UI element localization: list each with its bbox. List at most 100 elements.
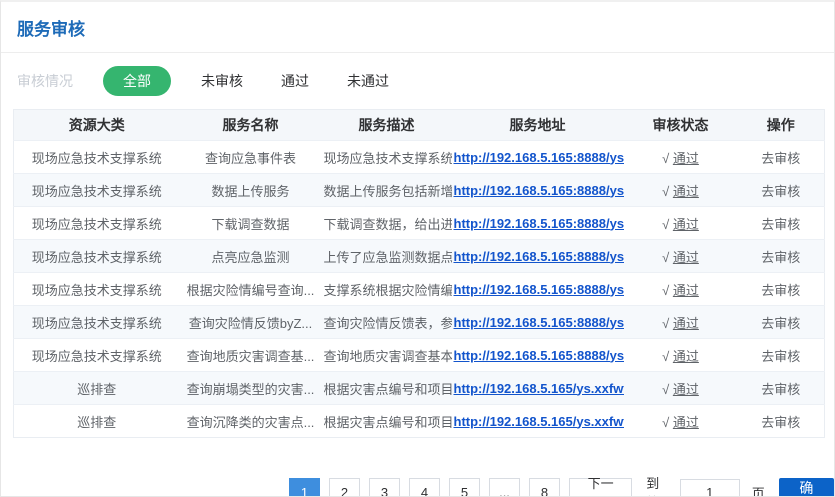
cell-audit-status: √ 通过 xyxy=(624,273,738,306)
service-url-link[interactable]: http://192.168.5.165:8888/ys.yjz... xyxy=(454,348,624,363)
go-audit-link[interactable]: 去审核 xyxy=(761,151,800,166)
cell-audit-status: √ 通过 xyxy=(624,405,738,438)
go-audit-link[interactable]: 去审核 xyxy=(761,349,800,364)
status-pass-link[interactable]: 通过 xyxy=(673,349,699,364)
title-bar: 服务审核 xyxy=(1,2,834,53)
page-button-1[interactable]: 1 xyxy=(289,478,320,497)
cell-category: 现场应急技术支撑系统 xyxy=(14,306,180,339)
page-button-8[interactable]: 8 xyxy=(529,478,560,497)
go-audit-link[interactable]: 去审核 xyxy=(761,283,800,298)
cell-service-name: 点亮应急监测 xyxy=(180,240,322,273)
filter-option-0[interactable]: 全部 xyxy=(103,66,171,96)
confirm-button[interactable]: 确定 xyxy=(779,478,834,497)
cell-audit-status: √ 通过 xyxy=(624,306,738,339)
check-icon: √ xyxy=(662,382,673,397)
cell-service-description: 查询地质灾害调查基本信... xyxy=(322,339,452,372)
status-pass-link[interactable]: 通过 xyxy=(673,382,699,397)
go-audit-link[interactable]: 去审核 xyxy=(761,184,800,199)
table-header-row: 资源大类服务名称服务描述服务地址审核状态操作 xyxy=(14,110,825,141)
status-pass-link[interactable]: 通过 xyxy=(673,316,699,331)
next-page-button[interactable]: 下一页 xyxy=(569,478,632,497)
check-icon: √ xyxy=(662,217,673,232)
service-url-link[interactable]: http://192.168.5.165:8888/ys.yjz... xyxy=(454,216,624,231)
service-url-link[interactable]: http://192.168.5.165:8888/ys.yjz... xyxy=(454,183,624,198)
cell-category: 现场应急技术支撑系统 xyxy=(14,174,180,207)
status-pass-link[interactable]: 通过 xyxy=(673,250,699,265)
cell-action: 去审核 xyxy=(738,174,825,207)
column-header-3: 服务地址 xyxy=(452,110,624,141)
cell-service-url: http://192.168.5.165:8888/ys.yjz... xyxy=(452,273,624,306)
cell-category: 现场应急技术支撑系统 xyxy=(14,339,180,372)
status-pass-link[interactable]: 通过 xyxy=(673,283,699,298)
cell-service-name: 查询崩塌类型的灾害... xyxy=(180,372,322,405)
cell-action: 去审核 xyxy=(738,141,825,174)
status-pass-link[interactable]: 通过 xyxy=(673,184,699,199)
check-icon: √ xyxy=(662,283,673,298)
cell-audit-status: √ 通过 xyxy=(624,339,738,372)
page-button-3[interactable]: 3 xyxy=(369,478,400,497)
service-url-link[interactable]: http://192.168.5.165:8888/ys.yjz... xyxy=(454,249,624,264)
cell-action: 去审核 xyxy=(738,339,825,372)
cell-service-url: http://192.168.5.165/ys.xxfwfb/s... xyxy=(452,405,624,438)
cell-service-url: http://192.168.5.165/ys.xxfwfb/s... xyxy=(452,372,624,405)
page-button-5[interactable]: 5 xyxy=(449,478,480,497)
table-row: 现场应急技术支撑系统根据灾险情编号查询...支撑系统根据灾险情编号...http… xyxy=(14,273,825,306)
page-button-4[interactable]: 4 xyxy=(409,478,440,497)
filter-option-2[interactable]: 通过 xyxy=(281,66,309,96)
filter-bar: 审核情况 全部未审核通过未通过 xyxy=(1,53,834,109)
pagination-bar: 12345...8下一页到第 页 确定 xyxy=(289,473,834,497)
table-row: 现场应急技术支撑系统查询地质灾害调查基...查询地质灾害调查基本信...http… xyxy=(14,339,825,372)
cell-audit-status: √ 通过 xyxy=(624,240,738,273)
cell-category: 现场应急技术支撑系统 xyxy=(14,240,180,273)
cell-service-description: 支撑系统根据灾险情编号... xyxy=(322,273,452,306)
cell-service-name: 查询地质灾害调查基... xyxy=(180,339,322,372)
service-url-link[interactable]: http://192.168.5.165:8888/ys.yjz... xyxy=(454,315,624,330)
service-url-link[interactable]: http://192.168.5.165/ys.xxfwfb/s... xyxy=(454,381,624,396)
check-icon: √ xyxy=(662,151,673,166)
go-audit-link[interactable]: 去审核 xyxy=(761,382,800,397)
go-audit-link[interactable]: 去审核 xyxy=(761,250,800,265)
cell-audit-status: √ 通过 xyxy=(624,174,738,207)
cell-service-url: http://192.168.5.165:8888/ys.yjz... xyxy=(452,207,624,240)
cell-service-url: http://192.168.5.165:8888/ys.yjz... xyxy=(452,306,624,339)
cell-service-url: http://192.168.5.165:8888/ys.yjz... xyxy=(452,174,624,207)
filter-option-1[interactable]: 未审核 xyxy=(201,66,243,96)
check-icon: √ xyxy=(662,184,673,199)
page-title: 服务审核 xyxy=(17,20,85,39)
column-header-1: 服务名称 xyxy=(180,110,322,141)
cell-action: 去审核 xyxy=(738,207,825,240)
goto-page-input[interactable] xyxy=(680,479,740,497)
check-icon: √ xyxy=(662,415,673,430)
check-icon: √ xyxy=(662,316,673,331)
go-audit-link[interactable]: 去审核 xyxy=(761,316,800,331)
filter-option-3[interactable]: 未通过 xyxy=(347,66,389,96)
cell-action: 去审核 xyxy=(738,240,825,273)
page-ellipsis: ... xyxy=(489,478,520,497)
cell-service-description: 根据灾害点编号和项目类... xyxy=(322,372,452,405)
cell-action: 去审核 xyxy=(738,372,825,405)
cell-service-name: 数据上传服务 xyxy=(180,174,322,207)
table-row: 巡排查查询崩塌类型的灾害...根据灾害点编号和项目类...http://192.… xyxy=(14,372,825,405)
service-url-link[interactable]: http://192.168.5.165:8888/ys.yjz... xyxy=(454,282,624,297)
table-row: 巡排查查询沉降类的灾害点...根据灾害点编号和项目类...http://192.… xyxy=(14,405,825,438)
status-pass-link[interactable]: 通过 xyxy=(673,151,699,166)
column-header-2: 服务描述 xyxy=(322,110,452,141)
check-icon: √ xyxy=(662,250,673,265)
cell-audit-status: √ 通过 xyxy=(624,141,738,174)
status-pass-link[interactable]: 通过 xyxy=(673,415,699,430)
table-row: 现场应急技术支撑系统数据上传服务数据上传服务包括新增应...http://192… xyxy=(14,174,825,207)
go-audit-link[interactable]: 去审核 xyxy=(761,415,800,430)
cell-service-url: http://192.168.5.165:8888/ys.yjz... xyxy=(452,240,624,273)
page-button-2[interactable]: 2 xyxy=(329,478,360,497)
table-row: 现场应急技术支撑系统查询应急事件表现场应急技术支撑系统相...http://19… xyxy=(14,141,825,174)
cell-service-description: 上传了应急监测数据点亮... xyxy=(322,240,452,273)
cell-audit-status: √ 通过 xyxy=(624,207,738,240)
cell-category: 巡排查 xyxy=(14,405,180,438)
service-url-link[interactable]: http://192.168.5.165:8888/ys.yjz... xyxy=(454,150,624,165)
service-url-link[interactable]: http://192.168.5.165/ys.xxfwfb/s... xyxy=(454,414,624,429)
column-header-0: 资源大类 xyxy=(14,110,180,141)
status-pass-link[interactable]: 通过 xyxy=(673,217,699,232)
go-audit-link[interactable]: 去审核 xyxy=(761,217,800,232)
cell-category: 现场应急技术支撑系统 xyxy=(14,207,180,240)
audit-table: 资源大类服务名称服务描述服务地址审核状态操作 现场应急技术支撑系统查询应急事件表… xyxy=(13,109,825,438)
